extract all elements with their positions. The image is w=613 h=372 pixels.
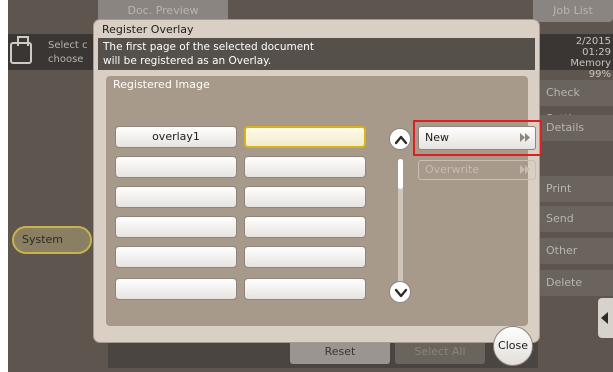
overlay-slot-right-4[interactable] <box>244 216 366 238</box>
select-all-button: Select All <box>395 340 485 364</box>
overlay-slot-right-3[interactable] <box>244 186 366 208</box>
scrollbar-thumb[interactable] <box>398 159 403 189</box>
status-memory-label: Memory <box>570 58 611 69</box>
scroll-up-button[interactable] <box>389 128 411 150</box>
scrollbar-track[interactable] <box>398 159 403 284</box>
dialog-message: The first page of the selected document … <box>98 38 535 70</box>
screen: Doc. Preview Job List Select c choose 2/… <box>8 0 613 372</box>
overlay-slot-left-5[interactable] <box>115 246 237 268</box>
document-icon <box>10 36 32 64</box>
overlay-slot-right-2[interactable] <box>244 156 366 178</box>
check-setting-button: Check Setting <box>538 80 613 125</box>
new-button-label: New <box>425 131 449 144</box>
register-overlay-dialog: Register Overlay The first page of the s… <box>94 20 542 366</box>
fast-forward-icon <box>520 165 530 174</box>
close-button[interactable]: Close <box>493 326 533 366</box>
overlay-slot-right-6[interactable] <box>244 278 366 300</box>
other-button: Other <box>538 238 613 264</box>
status-time: 01:29 <box>582 47 611 58</box>
overlay-slot-left-2[interactable] <box>115 156 237 178</box>
status-memory-value: 99% <box>588 69 611 80</box>
print-button: Print <box>538 176 613 202</box>
overlay-slot-right-5[interactable] <box>244 246 366 268</box>
overlay-slot-right-1[interactable] <box>244 126 366 148</box>
dialog-message-line1: The first page of the selected document <box>103 41 314 53</box>
reset-button: Reset <box>290 340 390 364</box>
overwrite-button-label: Overwrite <box>425 163 480 176</box>
details-button: Details <box>538 115 613 141</box>
dialog-message-line2: will be registered as an Overlay. <box>103 55 272 67</box>
overwrite-button[interactable]: Overwrite <box>418 160 536 180</box>
dialog-title: Register Overlay <box>102 23 194 36</box>
overlay-slot-left-4[interactable] <box>115 216 237 238</box>
scroll-up-icon <box>394 135 408 145</box>
background-instruction-line2: choose <box>48 54 84 65</box>
registered-image-panel: Registered Image overlay1 New Overwrite <box>106 76 542 326</box>
overlay-slot-left-1[interactable]: overlay1 <box>115 126 237 148</box>
overlay-slot-left-6[interactable] <box>115 278 237 300</box>
overlay-slot-left-3[interactable] <box>115 186 237 208</box>
scroll-down-icon <box>394 288 408 298</box>
registered-image-label: Registered Image <box>113 78 210 91</box>
new-button[interactable]: New <box>418 126 536 150</box>
scroll-down-button[interactable] <box>389 281 411 303</box>
system-button: System <box>12 226 92 254</box>
delete-button: Delete <box>538 270 613 296</box>
tab-job-list: Job List <box>533 0 613 22</box>
tab-doc-preview: Doc. Preview <box>98 0 228 22</box>
background-instruction-line1: Select c <box>48 40 88 51</box>
status-panel: 2/2015 01:29 Memory 99% <box>543 36 611 80</box>
status-date: 2/2015 <box>575 36 611 47</box>
send-button: Send <box>538 206 613 232</box>
left-arrow-icon <box>598 298 613 338</box>
fast-forward-icon <box>520 133 530 142</box>
